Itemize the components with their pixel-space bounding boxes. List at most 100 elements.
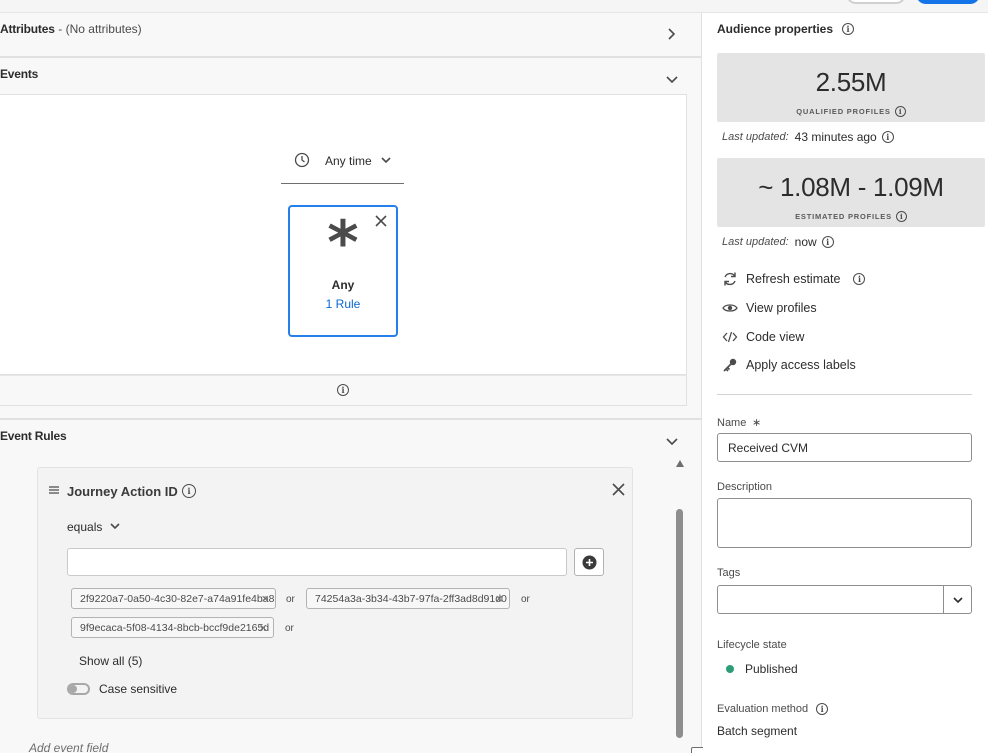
qualified-profiles-label-row: QUALIFIED PROFILES i [717,106,985,117]
eye-icon [722,300,738,316]
refresh-icon [722,271,738,287]
value-input[interactable] [67,548,567,576]
apply-access-labels-button[interactable]: Apply access labels [722,357,856,373]
refresh-estimate-label: Refresh estimate [746,272,841,286]
name-field-label: Name ∗ [717,417,762,429]
estimated-profiles-label-row: ESTIMATED PROFILES i [717,211,985,222]
chevron-right-icon[interactable] [666,27,676,41]
required-asterisk: ∗ [751,417,762,429]
attributes-title: Attributes [0,22,55,36]
tags-input[interactable] [717,585,944,614]
qualified-last-updated: Last updated: 43 minutes ago i [722,130,894,144]
last-updated-value: 43 minutes ago [794,130,877,144]
lifecycle-status: Published [726,662,798,676]
add-event-field-link[interactable]: Add event field [29,741,108,753]
info-icon[interactable]: i [337,384,349,396]
code-view-label: Code view [746,330,805,344]
or-label: or [521,594,530,605]
last-updated-value: now [794,235,817,249]
value-chip-text: 74254a3a-3b34-43b7-97fa-2ff3ad8d91d0 [315,592,507,605]
events-title: Events [0,67,39,81]
case-sensitive-toggle[interactable] [67,683,90,695]
time-filter-dropdown[interactable]: Any time [281,145,404,184]
view-profiles-label: View profiles [746,301,817,315]
value-chip-text: 9f9ecaca-5f08-4134-8bcb-bccf9de2165d [80,621,270,634]
value-chip[interactable]: 2f9220a7-0a50-4c30-82e7-a74a91fe4ba8 × [71,588,276,609]
info-icon[interactable]: i [894,106,906,117]
tags-label: Tags [717,567,741,579]
chevron-down-icon [380,156,392,165]
evaluation-value: Batch segment [717,724,798,738]
attributes-section-header[interactable]: Attributes - (No attributes) [0,21,660,36]
estimated-profiles-label: ESTIMATED PROFILES [795,212,892,221]
or-label: or [285,623,294,634]
remove-chip-icon[interactable]: × [261,591,269,606]
value-chip[interactable]: 9f9ecaca-5f08-4134-8bcb-bccf9de2165d × [71,617,274,638]
value-chip-text: 2f9220a7-0a50-4c30-82e7-a74a91fe4ba8 [80,592,275,605]
lifecycle-value: Published [745,662,798,676]
add-value-button[interactable] [574,548,604,576]
estimated-last-updated: Last updated: now i [722,235,834,249]
last-updated-label: Last updated: [722,236,789,248]
evaluation-method-label-row: Evaluation method i [717,703,829,715]
secondary-action-button[interactable] [846,0,906,4]
scrollbar-thumb[interactable] [676,509,683,738]
chevron-down-icon[interactable] [665,436,679,446]
key-icon [722,357,738,373]
qualified-profiles-label: QUALIFIED PROFILES [796,107,891,116]
info-icon[interactable]: i [853,273,866,285]
remove-chip-icon[interactable]: × [495,591,503,606]
or-label: or [286,594,295,605]
close-icon[interactable] [612,483,625,496]
qualified-profiles-value: 2.55M [815,67,887,97]
refresh-estimate-button[interactable]: Refresh estimate i [722,271,866,287]
primary-action-button[interactable] [916,0,980,4]
last-updated-label: Last updated: [722,131,789,143]
time-filter-label: Any time [325,154,372,168]
lifecycle-label: Lifecycle state [717,639,787,651]
rule-field-title: Journey Action ID [67,484,178,499]
info-icon[interactable]: i [881,131,894,143]
operator-label: equals [67,520,103,534]
name-input-value: Received CVM [728,441,809,455]
remove-chip-icon[interactable]: × [259,620,267,635]
description-textarea[interactable] [717,498,972,548]
panel-title: Audience properties [717,22,834,36]
view-profiles-button[interactable]: View profiles [722,300,817,316]
top-toolbar-strip [0,0,988,13]
drag-handle-icon[interactable] [49,486,59,494]
event-card-rule-link[interactable]: 1 Rule [290,297,396,311]
description-label: Description [717,481,773,493]
chevron-down-icon [952,596,964,605]
event-rules-title: Event Rules [0,429,67,443]
estimated-profiles-value: ~ 1.08M - 1.09M [758,172,944,202]
asterisk-icon: * [327,208,359,278]
status-dot [726,665,734,673]
audience-properties-header: Audience properties i [717,22,855,36]
info-icon[interactable]: i [816,703,829,715]
info-icon[interactable]: i [895,211,907,222]
event-card-title: Any [331,278,355,292]
scroll-up-arrow-icon[interactable] [675,459,685,468]
tags-dropdown-button[interactable] [943,585,972,614]
apply-access-labels-label: Apply access labels [746,358,856,372]
operator-dropdown[interactable]: equals [67,519,127,537]
add-circle-icon [582,555,597,570]
attributes-summary: - (No attributes) [58,22,142,36]
show-all-button[interactable]: Show all (5) [79,654,142,668]
info-icon[interactable]: i [821,236,834,248]
panel-divider [717,394,972,395]
qualified-profiles-card: 2.55M QUALIFIED PROFILES i [717,53,985,122]
code-view-button[interactable]: Code view [722,329,804,345]
estimated-profiles-card: ~ 1.08M - 1.09M ESTIMATED PROFILES i [717,158,985,227]
value-chip[interactable]: 74254a3a-3b34-43b7-97fa-2ff3ad8d91d0 × [306,588,510,609]
name-input[interactable]: Received CVM [717,433,972,462]
section-divider [0,56,702,58]
case-sensitive-label: Case sensitive [99,682,178,696]
chevron-down-icon [109,522,121,531]
info-icon[interactable]: i [182,484,196,498]
clock-icon [294,152,310,168]
info-icon[interactable]: i [842,23,855,35]
any-event-card[interactable]: * Any 1 Rule [288,205,398,337]
chevron-down-icon[interactable] [665,74,679,84]
